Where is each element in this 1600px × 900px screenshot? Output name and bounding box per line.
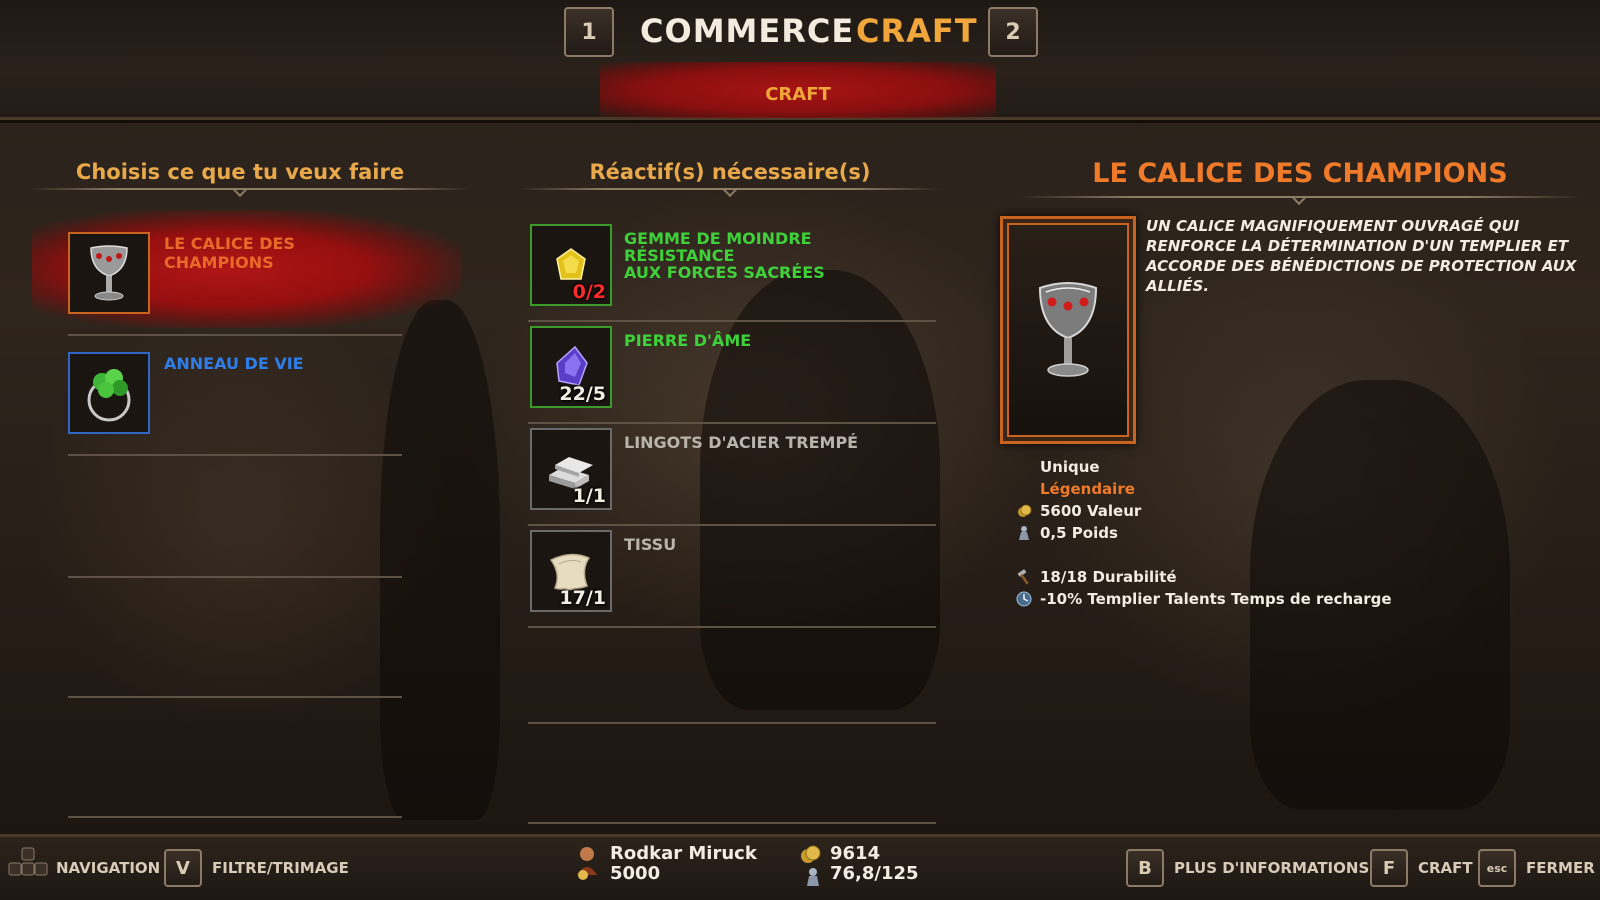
empty-slot-divider [68,576,402,578]
close-label[interactable]: FERMER [1526,859,1595,877]
item-type: Unique [1040,458,1100,476]
row-divider [528,524,936,526]
recipe-row-ring[interactable]: ANNEAU DE VIE [62,346,402,456]
player-gold: 5000 [610,863,661,884]
subtab-craft[interactable]: CRAFT [600,84,996,105]
info-key[interactable]: B [1126,849,1164,887]
cloth-slot: 17/1 [530,530,612,612]
cooldown-icon [1016,591,1032,607]
craft-key[interactable]: F [1370,849,1408,887]
reagent-row-steel-ingot: 1/1 LINGOTS D'ACIER TREMPÉ [526,426,936,526]
row-divider [68,334,402,336]
hammer-icon [1017,569,1029,585]
item-durability: 18/18 Durabilité [1040,568,1177,586]
reagent-count: 22/5 [559,383,606,405]
divider [30,188,470,190]
chalice-icon [90,245,128,301]
ring-icon [87,369,131,422]
item-weight: 0,5 Poids [1040,524,1118,542]
reagent-count: 0/2 [572,281,606,303]
weight-icon [1019,526,1029,540]
reagent-name: PIERRE D'ÂME [624,332,924,349]
item-preview-frame [1000,216,1136,444]
reagent-count: 17/1 [559,587,606,609]
recipes-heading: Choisis ce que tu veux faire [75,160,405,184]
row-divider [528,626,936,628]
reagent-name-line: LINGOTS D'ACIER TREMPÉ [624,433,859,452]
reagent-name-line: PIERRE D'ÂME [624,331,752,350]
player-avatar-icon [577,847,597,880]
recipe-row-chalice[interactable]: LE CALICE DES CHAMPIONS [32,210,462,336]
reagent-name: LINGOTS D'ACIER TREMPÉ [624,434,924,451]
reagent-name-line: TISSU [624,535,677,554]
next-tab-key[interactable]: 2 [988,7,1038,57]
navigation-label: NAVIGATION [56,859,161,877]
reagents-heading: Réactif(s) nécessaire(s) [589,160,871,184]
reagent-row-gem: 0/2 GEMME DE MOINDRE RÉSISTANCE AUX FORC… [526,222,936,322]
close-key[interactable]: esc [1478,849,1516,887]
reagent-name-line: AUX FORCES SACRÉES [624,263,825,282]
item-value: 5600 Valeur [1040,502,1142,520]
reagent-row-cloth: 17/1 TISSU [526,528,936,628]
gold-coin-icon [1018,504,1032,517]
tab-craft[interactable]: CRAFT [856,12,978,50]
recipe-name: ANNEAU DE VIE [164,354,304,373]
reagent-name: TISSU [624,536,924,553]
row-divider [528,320,936,322]
item-rarity: Légendaire [1040,480,1135,498]
chalice-icon [1038,282,1098,377]
ring-slot [68,352,150,434]
prev-tab-key[interactable]: 1 [564,7,614,57]
empty-slot-divider [68,816,402,818]
player-name: Rodkar Miruck [610,843,757,864]
empty-slot-divider [68,696,402,698]
wasd-keys-icon [8,847,48,876]
item-description: UN CALICE MAGNIFIQUEMENT OUVRAGÉ QUI REN… [1146,217,1577,295]
steel-ingot-slot: 1/1 [530,428,612,510]
filter-label[interactable]: FILTRE/TRIMAGE [212,859,349,877]
craft-label[interactable]: CRAFT [1418,859,1473,877]
reagent-name: GEMME DE MOINDRE RÉSISTANCE AUX FORCES S… [624,230,924,281]
row-divider [68,454,402,456]
filter-key[interactable]: V [164,849,202,887]
tab-commerce[interactable]: COMMERCE [640,12,854,50]
reagent-row-soul-stone: 22/5 PIERRE D'ÂME [526,324,936,424]
soul-stone-slot: 22/5 [530,326,612,408]
bottom-bar: NAVIGATION V FILTRE/TRIMAGE Rodkar Miruc… [0,834,1600,900]
reagent-count: 1/1 [572,485,606,507]
item-bonus: -10% Templier Talents Temps de recharge [1040,590,1392,608]
carry-weight: 76,8/125 [830,863,919,884]
empty-slot-divider [528,722,936,724]
top-bar: 1 COMMERCE CRAFT 2 CRAFT [0,0,1600,120]
shop-gold: 9614 [830,843,881,864]
chalice-slot [68,232,150,314]
gem-slot: 0/2 [530,224,612,306]
row-divider [528,422,936,424]
recipe-name: LE CALICE DES CHAMPIONS [164,234,295,272]
gold-coin-icon [801,845,821,863]
detail-title: LE CALICE DES CHAMPIONS [1092,158,1508,189]
empty-slot-divider [528,822,936,824]
reagent-name-line: GEMME DE MOINDRE RÉSISTANCE [624,229,812,265]
weight-icon [807,868,819,886]
more-info-label[interactable]: PLUS D'INFORMATIONS [1174,859,1369,877]
